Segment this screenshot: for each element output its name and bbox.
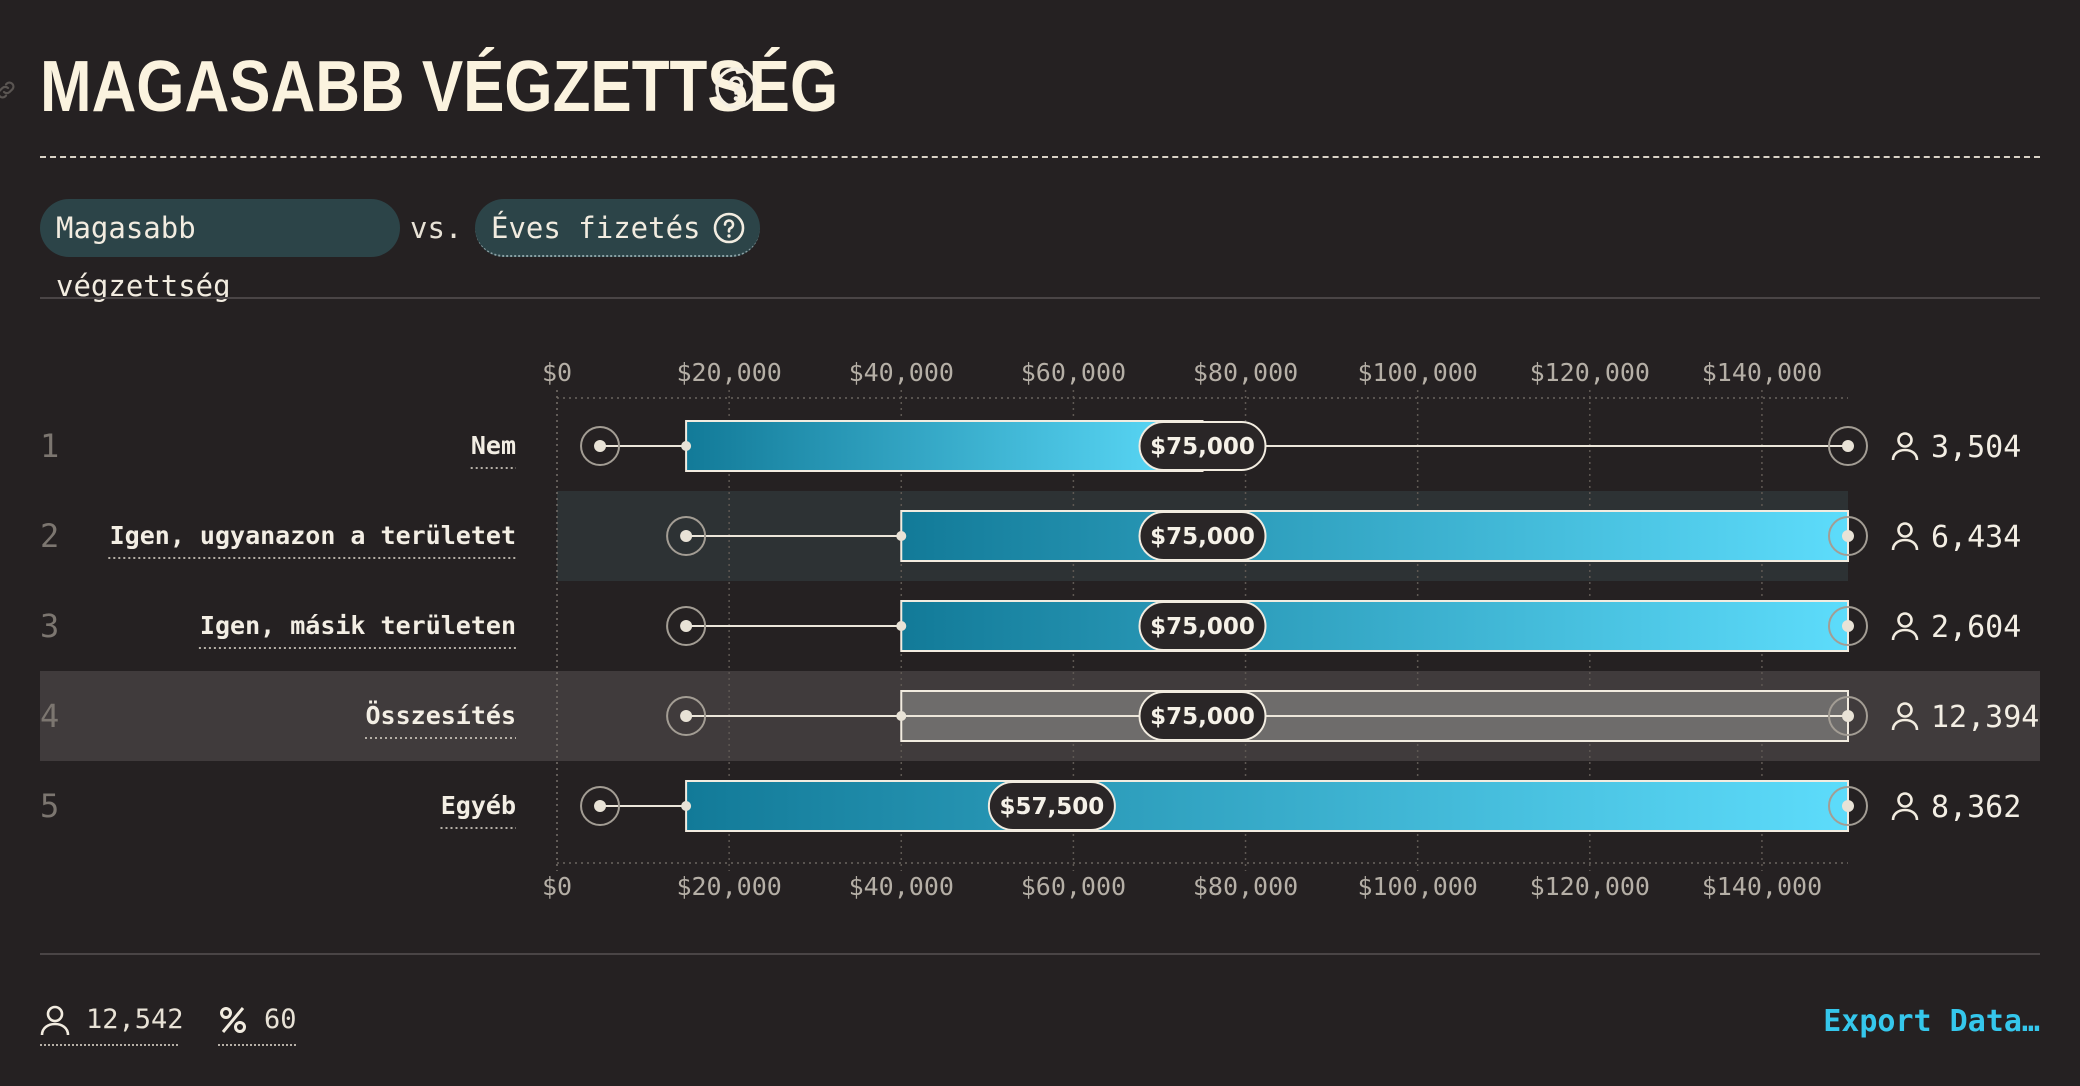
person-icon — [40, 1005, 70, 1036]
quartile-dot — [681, 441, 692, 451]
x-tick-label-top: $40,000 — [849, 358, 954, 387]
x-tick-label-bottom: $100,000 — [1357, 872, 1477, 901]
person-icon — [1891, 612, 1919, 641]
person-icon-head — [1897, 432, 1913, 448]
person-icon-body — [1891, 628, 1919, 641]
chart-row[interactable]: 3 Igen, másik területen $75,000 2,604 — [40, 600, 2021, 652]
row-rank: 2 — [40, 517, 59, 555]
x-tick-label-top: $140,000 — [1702, 358, 1822, 387]
percent-answered[interactable]: 60 — [218, 1000, 297, 1046]
person-icon — [1891, 522, 1919, 551]
x-tick-label-top: $100,000 — [1357, 358, 1477, 387]
row-label[interactable]: Egyéb — [441, 791, 516, 820]
quartile-dot — [1843, 801, 1853, 811]
x-tick-label-bottom: $140,000 — [1702, 872, 1822, 901]
iqr-box[interactable] — [685, 420, 1204, 472]
x-tick-label-top: $80,000 — [1193, 358, 1298, 387]
quartile-dot — [681, 801, 692, 811]
respondents-count[interactable]: 12,542 — [40, 1000, 184, 1046]
row-label[interactable]: Igen, ugyanazon a területet — [110, 521, 516, 550]
x-tick-label-bottom: $40,000 — [849, 872, 954, 901]
x-tick-label-bottom: $120,000 — [1530, 872, 1650, 901]
person-icon-head — [1897, 612, 1913, 628]
person-icon-body — [1891, 808, 1919, 821]
x-tick-label-bottom: $20,000 — [676, 872, 781, 901]
row-rank: 3 — [40, 607, 59, 645]
median-label: $75,000 — [1150, 524, 1255, 550]
iqr-box[interactable] — [900, 600, 1849, 652]
quartile-dot — [1843, 711, 1853, 721]
row-count: 12,394 — [1931, 700, 2039, 735]
person-icon-head — [1897, 792, 1913, 808]
row-label[interactable]: Nem — [471, 431, 516, 460]
x-tick-label-top: $60,000 — [1021, 358, 1126, 387]
x-tick-label-bottom: $0 — [542, 872, 572, 901]
row-rank: 5 — [40, 787, 59, 825]
median-label: $75,000 — [1150, 704, 1255, 730]
chart-row[interactable]: 2 Igen, ugyanazon a területet $75,000 6,434 — [40, 510, 2021, 562]
whisker-low-dot — [594, 800, 607, 812]
footer-divider — [40, 953, 2040, 955]
row-rank: 1 — [40, 427, 59, 465]
respondents-value: 12,542 — [86, 1004, 184, 1035]
x-tick-label-top: $0 — [542, 358, 572, 387]
person-icon-body — [1891, 448, 1919, 461]
row-count: 3,504 — [1931, 430, 2021, 465]
whisker-low-dot — [680, 710, 693, 722]
export-data-button[interactable]: Export Data… — [1823, 1002, 2040, 1042]
row-label[interactable]: Igen, másik területen — [200, 611, 516, 640]
median-label: $75,000 — [1150, 434, 1255, 460]
person-icon-body — [1891, 538, 1919, 551]
row-label[interactable]: Összesítés — [365, 700, 516, 730]
quartile-dot — [1843, 531, 1853, 541]
salary-box-chart: $0 $20,000 $40,000 $60,000 $80,000 $100,000 $1… — [40, 358, 2040, 901]
percent-icon — [220, 1007, 246, 1033]
quartile-dot — [896, 531, 907, 541]
quartile-dot — [896, 711, 907, 721]
row-rank: 4 — [40, 697, 59, 735]
percent-value: 60 — [264, 1004, 297, 1035]
row-count: 8,362 — [1931, 790, 2021, 825]
whisker-low-dot — [594, 440, 607, 452]
whisker-high-dot — [1842, 440, 1854, 452]
whisker-low-dot — [680, 530, 693, 542]
chart-row[interactable]: 1 Nem $75,000 3,504 — [40, 420, 2021, 472]
x-tick-label-bottom: $60,000 — [1021, 872, 1126, 901]
quartile-dot — [1843, 621, 1853, 631]
quartile-dot — [896, 621, 907, 631]
whisker-low-dot — [680, 620, 693, 632]
median-label: $57,500 — [1000, 794, 1105, 820]
x-tick-label-top: $20,000 — [676, 358, 781, 387]
person-icon-head — [1897, 522, 1913, 538]
median-label: $75,000 — [1150, 614, 1255, 640]
person-icon — [1891, 792, 1919, 821]
chart-row[interactable]: 5 Egyéb $57,500 8,362 — [40, 780, 2021, 832]
person-icon — [1891, 432, 1919, 461]
page: MAGASABB VÉGZETTSÉG Magasabb végzettség … — [0, 0, 2080, 1086]
x-tick-label-bottom: $80,000 — [1193, 872, 1298, 901]
iqr-box[interactable] — [900, 510, 1849, 562]
row-count: 6,434 — [1931, 520, 2021, 555]
row-count: 2,604 — [1931, 610, 2021, 645]
iqr-box[interactable] — [685, 780, 1849, 832]
x-tick-label-top: $120,000 — [1530, 358, 1650, 387]
